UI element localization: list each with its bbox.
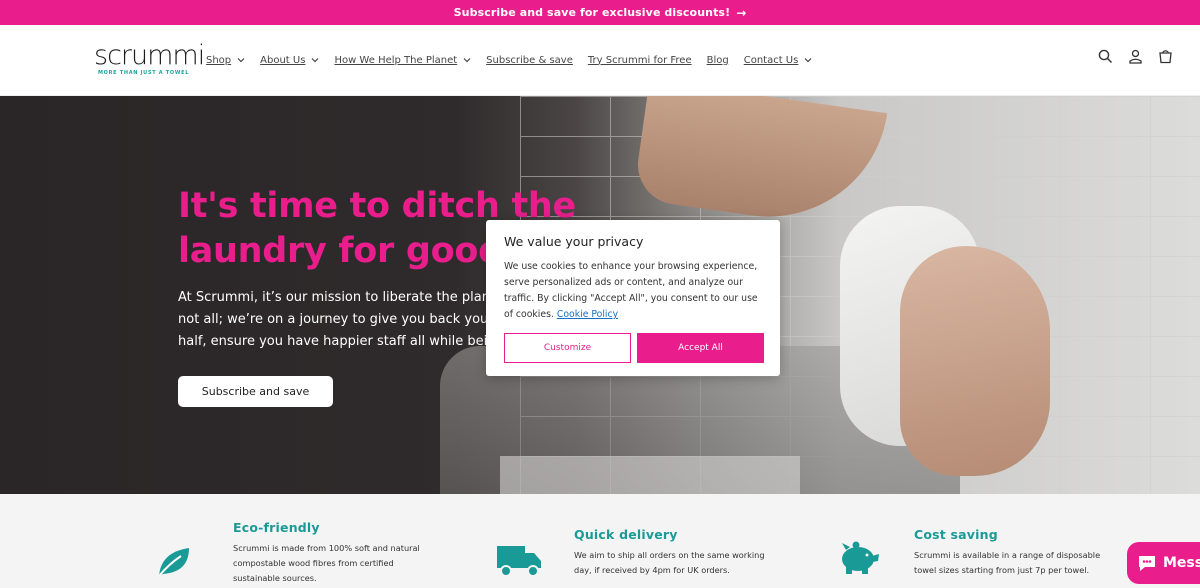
nav-item-label: Contact Us xyxy=(743,54,799,66)
hero-body-line: not all; we’re on a journey to give you … xyxy=(178,312,526,327)
logo[interactable]: scrummi MORE THAN JUST A TOWEL xyxy=(94,40,205,77)
piggy-bank-icon xyxy=(836,540,880,576)
nav-item-label: Blog xyxy=(706,54,729,66)
cookie-policy-link[interactable]: Cookie Policy xyxy=(557,309,618,320)
hero-background-face xyxy=(900,246,1050,476)
nav-item-shop[interactable]: Shop xyxy=(206,55,245,66)
logo-wordmark: scrummi xyxy=(94,40,205,71)
chevron-down-icon xyxy=(312,58,319,63)
nav-item-label: About Us xyxy=(260,54,306,66)
chat-label: Messa xyxy=(1163,555,1200,571)
announcement-bar[interactable]: Subscribe and save for exclusive discoun… xyxy=(0,0,1200,25)
accept-all-button[interactable]: Accept All xyxy=(637,333,764,363)
hero-body-line: half, ensure you have happier staff all … xyxy=(178,334,525,349)
nav-item-how-we-help[interactable]: How We Help The Planet xyxy=(334,55,471,66)
feature-text: Quick delivery We aim to ship all orders… xyxy=(574,527,814,578)
announcement-text[interactable]: Subscribe and save for exclusive discoun… xyxy=(454,6,731,19)
hero-body-line: At Scrummi, it’s our mission to liberate… xyxy=(178,290,525,305)
nav-item-contact-us[interactable]: Contact Us xyxy=(744,55,813,66)
nav-item-about-us[interactable]: About Us xyxy=(260,55,319,66)
feature-title: Eco-friendly xyxy=(233,520,320,535)
privacy-modal-body: We use cookies to enhance your browsing … xyxy=(504,259,762,323)
feature-desc-line: compostable wood fibres from certified xyxy=(233,558,394,568)
feature-description: We aim to ship all orders on the same wo… xyxy=(574,548,814,578)
nav-item-blog[interactable]: Blog xyxy=(707,55,729,66)
messenger-chat-button[interactable]: Messa xyxy=(1127,542,1200,584)
customize-button[interactable]: Customize xyxy=(504,333,631,363)
feature-description: Scrummi is made from 100% soft and natur… xyxy=(233,541,463,586)
header-icons xyxy=(1098,49,1173,64)
feature-description: Scrummi is available in a range of dispo… xyxy=(914,548,1154,578)
cart-icon[interactable] xyxy=(1158,49,1173,64)
feature-title: Quick delivery xyxy=(574,527,678,542)
nav-item-label: How We Help The Planet xyxy=(334,54,458,66)
account-icon[interactable] xyxy=(1128,49,1143,64)
feature-desc-line: Scrummi is made from 100% soft and natur… xyxy=(233,543,420,553)
subscribe-save-button[interactable]: Subscribe and save xyxy=(178,376,333,407)
hero-background-shirt xyxy=(500,456,800,494)
privacy-modal: We value your privacy We use cookies to … xyxy=(486,220,780,376)
feature-desc-line: day, if received by 4pm for UK orders. xyxy=(574,565,730,575)
chevron-down-icon xyxy=(804,58,812,63)
nav-item-label: Shop xyxy=(206,54,232,66)
site-header: scrummi MORE THAN JUST A TOWEL Shop Abou… xyxy=(0,25,1200,96)
nav-item-label: Subscribe & save xyxy=(486,54,573,66)
feature-text: Eco-friendly Scrummi is made from 100% s… xyxy=(233,520,463,586)
feature-desc-line: towel sizes starting from just 7p per to… xyxy=(914,565,1090,575)
logo-tagline: MORE THAN JUST A TOWEL xyxy=(98,70,190,76)
feature-title: Cost saving xyxy=(914,527,998,542)
privacy-modal-text: We use cookies to enhance your browsing … xyxy=(504,261,758,320)
chat-bubble-icon xyxy=(1139,556,1155,571)
chevron-down-icon xyxy=(237,58,245,63)
feature-desc-line: We aim to ship all orders on the same wo… xyxy=(574,550,765,560)
feature-desc-line: Scrummi is available in a range of dispo… xyxy=(914,550,1101,560)
truck-icon xyxy=(496,542,541,578)
feature-desc-line: sustainable sources. xyxy=(233,573,317,583)
nav-item-label: Try Scrummi for Free xyxy=(587,54,692,66)
privacy-modal-title: We value your privacy xyxy=(504,234,644,249)
search-icon[interactable] xyxy=(1098,49,1113,64)
feature-text: Cost saving Scrummi is available in a ra… xyxy=(914,527,1154,578)
privacy-modal-actions: Customize Accept All xyxy=(504,333,764,363)
leaf-icon xyxy=(155,544,199,580)
nav-item-try-free[interactable]: Try Scrummi for Free xyxy=(588,55,692,66)
arrow-right-icon: → xyxy=(736,5,747,20)
features-strip: Eco-friendly Scrummi is made from 100% s… xyxy=(0,494,1200,588)
hero-body: At Scrummi, it’s our mission to liberate… xyxy=(178,287,526,353)
chevron-down-icon xyxy=(463,58,471,63)
nav-item-subscribe-save[interactable]: Subscribe & save xyxy=(486,55,573,66)
main-nav: Shop About Us How We Help The Planet Sub… xyxy=(206,55,812,66)
